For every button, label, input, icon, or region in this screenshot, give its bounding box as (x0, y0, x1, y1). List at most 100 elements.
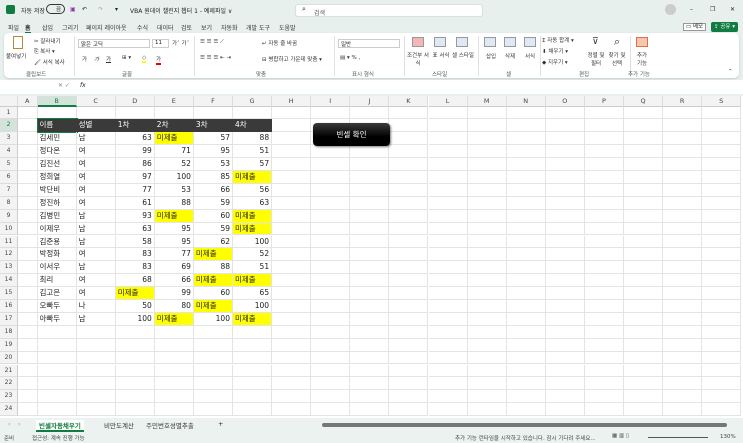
grid-cell[interactable] (193, 377, 233, 391)
grid-cell[interactable] (428, 106, 468, 120)
grid-cell[interactable] (389, 287, 429, 300)
save-icon[interactable]: ▣ (70, 6, 76, 13)
grid-cell[interactable] (506, 209, 546, 223)
table-cell[interactable]: 97 (115, 171, 155, 184)
sheet-tab-1[interactable]: 비만도계산 (104, 420, 134, 430)
grid-cell[interactable] (18, 222, 38, 236)
grid-cell[interactable] (702, 338, 742, 352)
grid-cell[interactable] (272, 325, 312, 339)
grid-cell[interactable] (584, 248, 624, 262)
column-header-B[interactable]: B (37, 96, 77, 107)
accessibility-status[interactable]: 접근성: 계속 진행 가능 (32, 434, 85, 442)
grid-cell[interactable] (506, 145, 546, 159)
grid-cell[interactable] (702, 351, 742, 365)
grid-cell[interactable] (350, 196, 390, 210)
grid-cell[interactable] (584, 325, 624, 339)
grid-cell[interactable] (311, 222, 351, 236)
grid-cell[interactable] (584, 300, 624, 313)
table-header-cell[interactable]: 성별 (76, 119, 116, 133)
grid-cell[interactable] (467, 403, 507, 417)
grid-cell[interactable] (584, 196, 624, 210)
table-cell[interactable]: 95 (193, 145, 233, 159)
grid-cell[interactable] (389, 377, 429, 391)
grid-cell[interactable] (702, 183, 742, 197)
row-header-18[interactable]: 18 (0, 325, 18, 339)
grid-cell[interactable] (506, 364, 546, 378)
table-cell[interactable]: 66 (193, 183, 233, 197)
grid-cell[interactable] (37, 364, 77, 378)
grid-cell[interactable] (428, 222, 468, 236)
grid-cell[interactable] (389, 145, 429, 159)
grid-cell[interactable] (76, 325, 116, 339)
grid-cell[interactable] (624, 300, 664, 313)
grid-cell[interactable] (506, 261, 546, 275)
grid-cell[interactable] (311, 106, 351, 120)
grid-cell[interactable] (272, 183, 312, 197)
grid-cell[interactable] (467, 312, 507, 326)
table-cell[interactable]: 미제출 (193, 274, 233, 288)
grid-cell[interactable] (193, 364, 233, 378)
sheet-tab-0[interactable]: 빈셀자동채우기 (36, 420, 84, 432)
zoom-level[interactable]: 130% (720, 434, 736, 440)
column-header-O[interactable]: O (545, 96, 585, 107)
row-header-6[interactable]: 6 (0, 171, 18, 184)
grid-cell[interactable] (389, 183, 429, 197)
grid-cell[interactable] (467, 145, 507, 159)
grid-cell[interactable] (663, 183, 703, 197)
grid-cell[interactable] (389, 119, 429, 133)
grid-cell[interactable] (624, 106, 664, 120)
grid-cell[interactable] (467, 274, 507, 288)
grid-cell[interactable] (663, 248, 703, 262)
grid-cell[interactable] (76, 377, 116, 391)
grid-cell[interactable] (584, 338, 624, 352)
grid-cell[interactable] (311, 403, 351, 417)
grid-cell[interactable] (663, 390, 703, 404)
grid-cell[interactable] (663, 377, 703, 391)
table-cell[interactable]: 나 (76, 300, 116, 313)
grid-cell[interactable] (389, 261, 429, 275)
grid-cell[interactable] (272, 196, 312, 210)
zoom-slider[interactable] (648, 437, 708, 438)
grid-cell[interactable] (389, 222, 429, 236)
grid-cell[interactable] (506, 183, 546, 197)
align-left-icon[interactable]: ☰ ☰ ☰ ⇤ ⇥ (200, 55, 231, 61)
grid-cell[interactable] (18, 183, 38, 197)
table-cell[interactable]: 여 (76, 171, 116, 184)
grid-cell[interactable] (350, 261, 390, 275)
table-cell[interactable]: 여 (76, 183, 116, 197)
grid-cell[interactable] (506, 171, 546, 184)
row-header-8[interactable]: 8 (0, 196, 18, 210)
grid-cell[interactable] (233, 403, 273, 417)
grid-cell[interactable] (233, 377, 273, 391)
grid-cell[interactable] (350, 390, 390, 404)
grid-cell[interactable] (545, 145, 585, 159)
grid-cell[interactable] (584, 183, 624, 197)
grid-cell[interactable] (350, 248, 390, 262)
grid-cell[interactable] (76, 338, 116, 352)
undo-icon[interactable]: ↶ (82, 6, 87, 13)
row-header-1[interactable]: 1 (0, 106, 18, 120)
grid-cell[interactable] (624, 390, 664, 404)
grid-cell[interactable] (663, 235, 703, 249)
column-header-Q[interactable]: Q (624, 96, 664, 107)
number-format-select[interactable]: 일반 (338, 39, 400, 48)
table-cell[interactable]: 65 (233, 287, 273, 300)
grid-cell[interactable] (272, 300, 312, 313)
column-header-P[interactable]: P (584, 96, 624, 107)
grid-cell[interactable] (506, 325, 546, 339)
table-cell[interactable]: 52 (154, 158, 194, 171)
tab-11[interactable]: 도움말 (279, 23, 296, 32)
row-header-10[interactable]: 10 (0, 222, 18, 236)
tab-0[interactable]: 파일 (8, 23, 19, 32)
grid-cell[interactable] (428, 274, 468, 288)
font-color-icon[interactable]: 가 (156, 55, 162, 65)
table-cell[interactable]: 63 (233, 196, 273, 210)
grid-cell[interactable] (233, 351, 273, 365)
grid-cell[interactable] (18, 119, 38, 133)
customize-toolbar-icon[interactable]: ▾ (115, 6, 118, 13)
table-cell[interactable]: 60 (193, 287, 233, 300)
table-cell[interactable]: 오빠두 (37, 300, 77, 313)
grid-cell[interactable] (350, 287, 390, 300)
grid-cell[interactable] (545, 287, 585, 300)
grid-cell[interactable] (584, 364, 624, 378)
